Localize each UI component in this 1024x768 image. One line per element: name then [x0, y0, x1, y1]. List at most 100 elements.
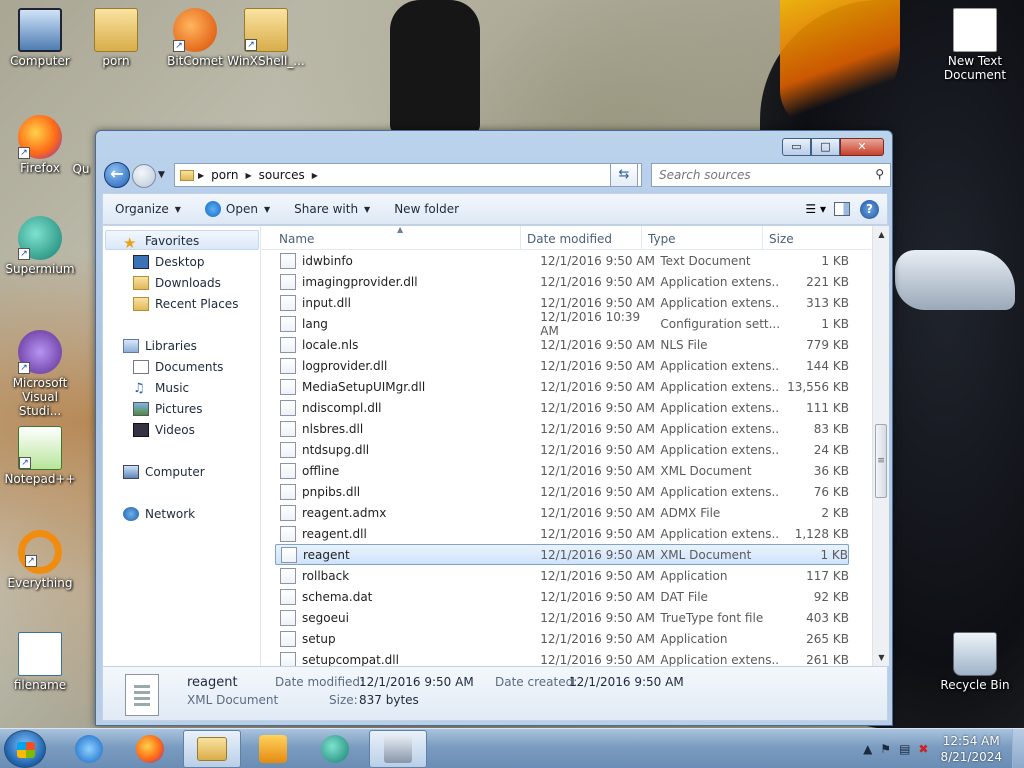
- scroll-up-arrow[interactable]: ▲: [873, 226, 889, 243]
- clock-date: 8/21/2024: [940, 750, 1002, 764]
- chevron-down-icon: ▼: [364, 204, 371, 214]
- nav-desktop[interactable]: Desktop: [133, 252, 205, 272]
- taskbar-media-player[interactable]: [244, 730, 302, 768]
- desktop-icon-supermium[interactable]: ↗ Supermium: [0, 216, 80, 276]
- file-row[interactable]: MediaSetupUIMgr.dll 12/1/2016 9:50 AM Appl…: [275, 376, 849, 397]
- share-with-menu[interactable]: Share with ▼: [282, 194, 382, 224]
- nav-downloads[interactable]: Downloads: [133, 273, 221, 293]
- breadcrumb-item-sources[interactable]: sources: [259, 168, 305, 182]
- file-size: 111 KB: [806, 400, 849, 415]
- start-button[interactable]: [4, 730, 46, 768]
- desktop-icon-script-file[interactable]: filename: [0, 632, 80, 692]
- organize-menu[interactable]: Organize ▼: [103, 194, 193, 224]
- file-row[interactable]: pnpibs.dll 12/1/2016 9:50 AM Application e…: [275, 481, 849, 502]
- desktop-icon-label: BitComet: [167, 54, 223, 68]
- taskbar-windows-explorer[interactable]: [183, 730, 241, 768]
- search-input[interactable]: [652, 164, 852, 186]
- taskbar-firefox[interactable]: [121, 730, 179, 768]
- file-name: setup: [302, 631, 336, 646]
- file-row[interactable]: segoeui 12/1/2016 9:50 AM TrueType font fi…: [275, 607, 849, 628]
- file-row[interactable]: setupcompat.dll 12/1/2016 9:50 AM Applicat…: [275, 649, 849, 666]
- vertical-scrollbar[interactable]: ▲ ≡ ▼: [872, 226, 889, 666]
- volume-muted-icon[interactable]: ✖: [918, 742, 928, 756]
- taskbar-supermium[interactable]: [306, 730, 364, 768]
- maximize-button[interactable]: □: [811, 138, 840, 156]
- file-row[interactable]: locale.nls 12/1/2016 9:50 AM NLS File 779 K…: [275, 334, 849, 355]
- close-button[interactable]: ✕: [840, 138, 884, 156]
- preview-pane-icon[interactable]: [834, 202, 850, 216]
- search-box[interactable]: ⚲: [651, 163, 891, 187]
- refresh-button[interactable]: ⇆: [610, 163, 638, 187]
- address-bar[interactable]: ▶ porn ▶ sources ▶ ▼: [174, 163, 642, 187]
- network-status-icon[interactable]: ▤: [899, 742, 910, 756]
- file-row[interactable]: logprovider.dll 12/1/2016 9:50 AM Applicat…: [275, 355, 849, 376]
- column-name[interactable]: Name ▲: [261, 226, 521, 249]
- chevron-right-icon[interactable]: ▶: [245, 171, 251, 180]
- file-row[interactable]: rollback 12/1/2016 9:50 AM Application 117 …: [275, 565, 849, 586]
- explorer-window[interactable]: ▭ □ ✕ ← ▼ ▶ porn ▶ sources ▶ ▼ ⚲ ⇆ Organ…: [95, 130, 893, 726]
- wallpaper-headlight: [895, 250, 1015, 310]
- nav-documents[interactable]: Documents: [133, 357, 223, 377]
- file-row[interactable]: reagent 12/1/2016 9:50 AM XML Document 1 KB: [275, 544, 849, 565]
- search-icon[interactable]: ⚲: [875, 167, 884, 181]
- scrollbar-thumb[interactable]: ≡: [875, 424, 887, 498]
- taskbar-network-tool[interactable]: [369, 730, 427, 768]
- forward-button[interactable]: [132, 164, 156, 188]
- column-size[interactable]: Size: [763, 226, 863, 249]
- chevron-right-icon[interactable]: ▶: [198, 171, 204, 180]
- show-desktop-button[interactable]: [1012, 729, 1024, 768]
- nav-pictures[interactable]: Pictures: [133, 399, 203, 419]
- file-row[interactable]: imagingprovider.dll 12/1/2016 9:50 AM Appl…: [275, 271, 849, 292]
- column-date-modified[interactable]: Date modified: [521, 226, 642, 249]
- nav-recent-places[interactable]: Recent Places: [133, 294, 238, 314]
- action-center-flag-icon[interactable]: ⚑: [880, 742, 891, 756]
- minimize-button[interactable]: ▭: [782, 138, 811, 156]
- file-row[interactable]: nlsbres.dll 12/1/2016 9:50 AM Application …: [275, 418, 849, 439]
- desktop-icon-folder[interactable]: porn: [76, 8, 156, 68]
- file-icon: [280, 315, 296, 332]
- file-row[interactable]: reagent.dll 12/1/2016 9:50 AM Application …: [275, 523, 849, 544]
- nav-libraries[interactable]: Libraries: [123, 336, 197, 356]
- navigation-bar: ← ▼ ▶ porn ▶ sources ▶ ▼ ⚲: [104, 161, 891, 189]
- desktop-icon-bitcomet[interactable]: ↗ BitComet: [155, 8, 235, 68]
- desktop-icon-visual-studio[interactable]: ↗ Microsoft Visual Studi...: [0, 330, 80, 418]
- column-type[interactable]: Type: [642, 226, 763, 249]
- nav-music[interactable]: ♫ Music: [133, 378, 189, 398]
- new-folder-button[interactable]: New folder: [382, 194, 471, 224]
- shortcut-arrow-icon: ↗: [18, 362, 30, 374]
- file-row[interactable]: offline 12/1/2016 9:50 AM XML Document 36 K…: [275, 460, 849, 481]
- back-button[interactable]: ←: [104, 162, 130, 188]
- desktop-icon-winxshell[interactable]: ↗ WinXShell_...: [226, 8, 306, 68]
- help-button[interactable]: ?: [860, 199, 879, 219]
- recent-pages-dropdown[interactable]: ▼: [158, 170, 165, 180]
- file-row[interactable]: ndiscompl.dll 12/1/2016 9:50 AM Applicatio…: [275, 397, 849, 418]
- change-view-button[interactable]: ☰ ▾: [797, 202, 834, 216]
- nav-computer[interactable]: Computer: [123, 462, 205, 482]
- scroll-down-arrow[interactable]: ▼: [873, 649, 889, 666]
- taskbar-internet-explorer[interactable]: [60, 730, 118, 768]
- desktop-icon-computer[interactable]: Computer: [0, 8, 80, 68]
- shortcut-arrow-icon: ↗: [25, 555, 37, 567]
- desktop-icon-label: Supermium: [5, 262, 75, 276]
- breadcrumb-item-porn[interactable]: porn: [211, 168, 238, 182]
- show-hidden-icons-icon[interactable]: ▲: [863, 742, 872, 756]
- nav-videos[interactable]: Videos: [133, 420, 195, 440]
- desktop-icon-text-document[interactable]: New Text Document: [935, 8, 1015, 82]
- internet-explorer-icon: [75, 735, 103, 763]
- desktop-icon-recycle-bin[interactable]: Recycle Bin: [935, 632, 1015, 692]
- file-icon: [280, 525, 296, 542]
- file-row[interactable]: ntdsupg.dll 12/1/2016 9:50 AM Application …: [275, 439, 849, 460]
- file-row[interactable]: schema.dat 12/1/2016 9:50 AM DAT File 92 KB: [275, 586, 849, 607]
- file-row[interactable]: lang 12/1/2016 10:39 AM Configuration sett…: [275, 310, 849, 338]
- chevron-right-icon[interactable]: ▶: [312, 171, 318, 180]
- file-row[interactable]: idwbinfo 12/1/2016 9:50 AM Text Document 1 …: [275, 250, 849, 271]
- clock[interactable]: 12:54 AM 8/21/2024: [940, 733, 1002, 765]
- desktop-icon-notepad-plus-plus[interactable]: ↗ Notepad++: [0, 426, 80, 486]
- desktop-icon-label: New Text Document: [943, 54, 1007, 82]
- open-button[interactable]: Open ▼: [193, 194, 282, 224]
- file-row[interactable]: reagent.admx 12/1/2016 9:50 AM ADMX File 2 …: [275, 502, 849, 523]
- file-row[interactable]: setup 12/1/2016 9:50 AM Application 265 KB: [275, 628, 849, 649]
- desktop-icon-everything-search[interactable]: ↗ Everything: [0, 530, 80, 590]
- nav-favorites[interactable]: ★ Favorites: [123, 231, 199, 252]
- nav-network[interactable]: Network: [123, 504, 195, 524]
